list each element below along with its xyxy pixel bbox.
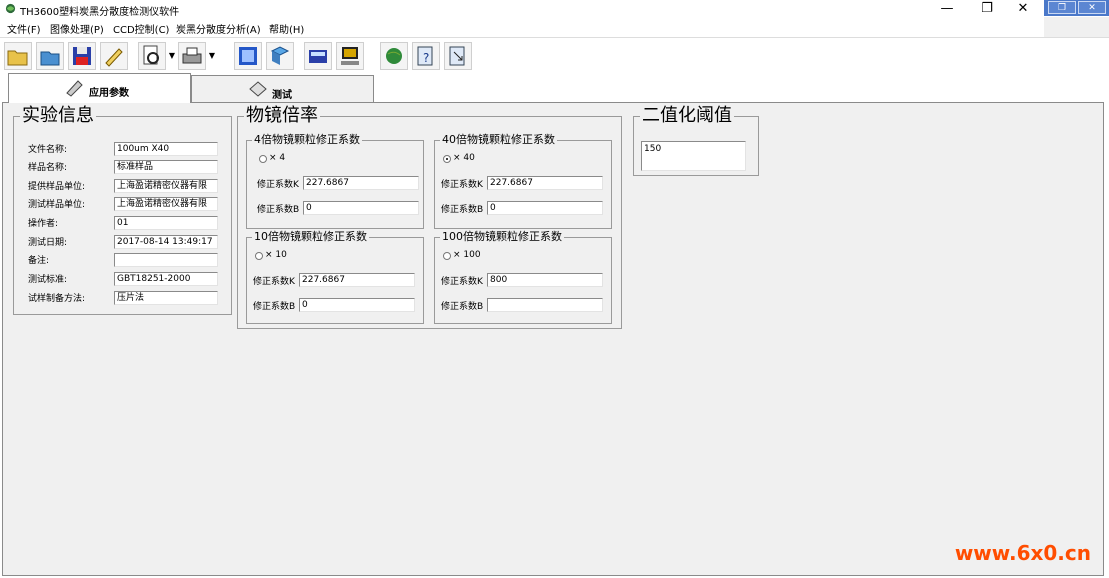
title-bar: TH3600塑料炭黑分散度检测仪软件 — ❐ ✕ — [0, 0, 1040, 18]
context-help-icon[interactable] — [444, 42, 472, 70]
b-label: 修正系数B — [441, 302, 484, 312]
test-date-input[interactable]: 2017-08-14 13:49:17 — [114, 235, 218, 249]
tab-application-params-label: 应用参数 — [89, 88, 129, 99]
window-title: TH3600塑料炭黑分散度检测仪软件 — [20, 7, 180, 18]
print-preview-icon[interactable] — [138, 42, 166, 70]
objective-40x-b-input[interactable]: 0 — [487, 201, 603, 215]
field-label: 备注: — [28, 256, 50, 266]
field-label: 测试标准: — [28, 275, 68, 285]
objective-100x-k-input[interactable]: 800 — [487, 273, 603, 287]
select-window-icon[interactable] — [234, 42, 262, 70]
tab-test[interactable]: 测试 — [191, 75, 374, 102]
provider-unit-input[interactable]: 上海盈诺精密仪器有限 — [114, 179, 218, 193]
b-label: 修正系数B — [257, 205, 300, 215]
print-preview-dropdown-icon[interactable]: ▼ — [168, 48, 176, 64]
print-icon[interactable] — [178, 42, 206, 70]
svg-text:?: ? — [423, 51, 429, 65]
analyze-icon[interactable] — [266, 42, 294, 70]
objective-40x-k-input[interactable]: 227.6867 — [487, 176, 603, 190]
objective-10x-radio[interactable] — [255, 252, 263, 260]
field-label: 提供样品单位: — [28, 182, 86, 192]
objective-100x-b-input[interactable] — [487, 298, 603, 312]
edit-pen-icon[interactable] — [100, 42, 128, 70]
b-label: 修正系数B — [441, 205, 484, 215]
menu-dispersion-analysis[interactable]: 炭黑分散度分析(A) — [176, 21, 261, 36]
menu-bar: 文件(F) 图像处理(P) CCD控制(C) 炭黑分散度分析(A) 帮助(H) — [0, 19, 1040, 36]
test-icon — [249, 81, 267, 97]
pencil-icon — [66, 80, 83, 97]
k-label: 修正系数K — [441, 277, 483, 287]
field-label: 样品名称: — [28, 163, 68, 173]
objective-10x-title: 10倍物镜颗粒修正系数 — [252, 229, 369, 245]
objective-40x-group: 40倍物镜颗粒修正系数 × 40 修正系数K 227.6867 修正系数B 0 — [434, 132, 612, 229]
sample-name-input[interactable]: 标准样品 — [114, 160, 218, 174]
objective-4x-radio[interactable] — [259, 155, 267, 163]
objective-40x-radio[interactable] — [443, 155, 451, 163]
field-label: 测试样品单位: — [28, 200, 86, 210]
menu-help[interactable]: 帮助(H) — [269, 21, 304, 36]
tab-test-label: 测试 — [272, 90, 292, 101]
objective-10x-k-input[interactable]: 227.6867 — [299, 273, 415, 287]
objective-10x-b-input[interactable]: 0 — [299, 298, 415, 312]
minimize-button[interactable]: — — [932, 0, 962, 18]
open-folder-icon[interactable] — [4, 42, 32, 70]
tab-application-params[interactable]: 应用参数 — [8, 73, 191, 103]
site-watermark: www.6x0.cn — [954, 541, 1091, 565]
k-label: 修正系数K — [257, 180, 299, 190]
b-label: 修正系数B — [253, 302, 296, 312]
save-disk-icon[interactable] — [68, 42, 96, 70]
test-standard-input[interactable]: GBT18251-2000 — [114, 272, 218, 286]
print-dropdown-icon[interactable]: ▼ — [208, 48, 216, 64]
objective-10x-group: 10倍物镜颗粒修正系数 × 10 修正系数K 227.6867 修正系数B 0 — [246, 229, 424, 324]
prep-method-input[interactable]: 压片法 — [114, 291, 218, 305]
remarks-input[interactable] — [114, 253, 218, 267]
objective-100x-option-label: × 100 — [453, 250, 481, 260]
magnification-group: 物镜倍率 4倍物镜颗粒修正系数 × 4 修正系数K 227.6867 修正系数B… — [237, 105, 622, 329]
mdi-window-controls: ❐ ✕ — [1044, 0, 1109, 16]
field-label: 测试日期: — [28, 238, 68, 248]
objective-4x-b-input[interactable]: 0 — [303, 201, 419, 215]
objective-4x-group: 4倍物镜颗粒修正系数 × 4 修正系数K 227.6867 修正系数B 0 — [246, 132, 424, 229]
close-button[interactable]: ✕ — [1008, 0, 1038, 18]
help-icon[interactable]: ? — [412, 42, 440, 70]
tab-strip: 应用参数 测试 — [0, 73, 1109, 103]
open-file-icon[interactable] — [36, 42, 64, 70]
objective-100x-group: 100倍物镜颗粒修正系数 × 100 修正系数K 800 修正系数B — [434, 229, 612, 324]
mdi-strip — [1044, 17, 1109, 38]
mdi-close-button[interactable]: ✕ — [1078, 1, 1106, 14]
menu-file[interactable]: 文件(F) — [7, 21, 41, 36]
magnification-title: 物镜倍率 — [244, 105, 320, 127]
objective-100x-radio[interactable] — [443, 252, 451, 260]
objective-40x-option-label: × 40 — [453, 153, 475, 163]
field-label: 试样制备方法: — [28, 294, 86, 304]
calculator-icon[interactable] — [304, 42, 332, 70]
maximize-button[interactable]: ❐ — [972, 0, 1002, 18]
computer-icon[interactable] — [336, 42, 364, 70]
file-name-input[interactable]: 100um X40 — [114, 142, 218, 156]
objective-4x-k-input[interactable]: 227.6867 — [303, 176, 419, 190]
binarization-group: 二值化阈值 150 — [633, 105, 759, 176]
menu-image-processing[interactable]: 图像处理(P) — [50, 21, 104, 36]
operator-input[interactable]: 01 — [114, 216, 218, 230]
toolbar: ▼ ▼ ? — [0, 37, 1109, 74]
globe-icon[interactable] — [380, 42, 408, 70]
content-panel: 实验信息 文件名称: 100um X40 样品名称: 标准样品 提供样品单位: … — [2, 102, 1104, 576]
objective-4x-title: 4倍物镜颗粒修正系数 — [252, 132, 362, 148]
test-unit-input[interactable]: 上海盈诺精密仪器有限 — [114, 197, 218, 211]
field-label: 文件名称: — [28, 145, 68, 155]
menu-ccd-control[interactable]: CCD控制(C) — [113, 21, 169, 36]
field-label: 操作者: — [28, 219, 59, 229]
objective-40x-title: 40倍物镜颗粒修正系数 — [440, 132, 557, 148]
objective-100x-title: 100倍物镜颗粒修正系数 — [440, 229, 564, 245]
binarization-title: 二值化阈值 — [640, 105, 734, 127]
app-icon — [5, 3, 16, 14]
objective-4x-option-label: × 4 — [269, 153, 286, 163]
mdi-restore-button[interactable]: ❐ — [1048, 1, 1076, 14]
experiment-info-group: 实验信息 文件名称: 100um X40 样品名称: 标准样品 提供样品单位: … — [13, 105, 232, 315]
k-label: 修正系数K — [441, 180, 483, 190]
experiment-info-title: 实验信息 — [20, 105, 96, 127]
k-label: 修正系数K — [253, 277, 295, 287]
objective-10x-option-label: × 10 — [265, 250, 287, 260]
binarization-threshold-input[interactable]: 150 — [641, 141, 746, 171]
